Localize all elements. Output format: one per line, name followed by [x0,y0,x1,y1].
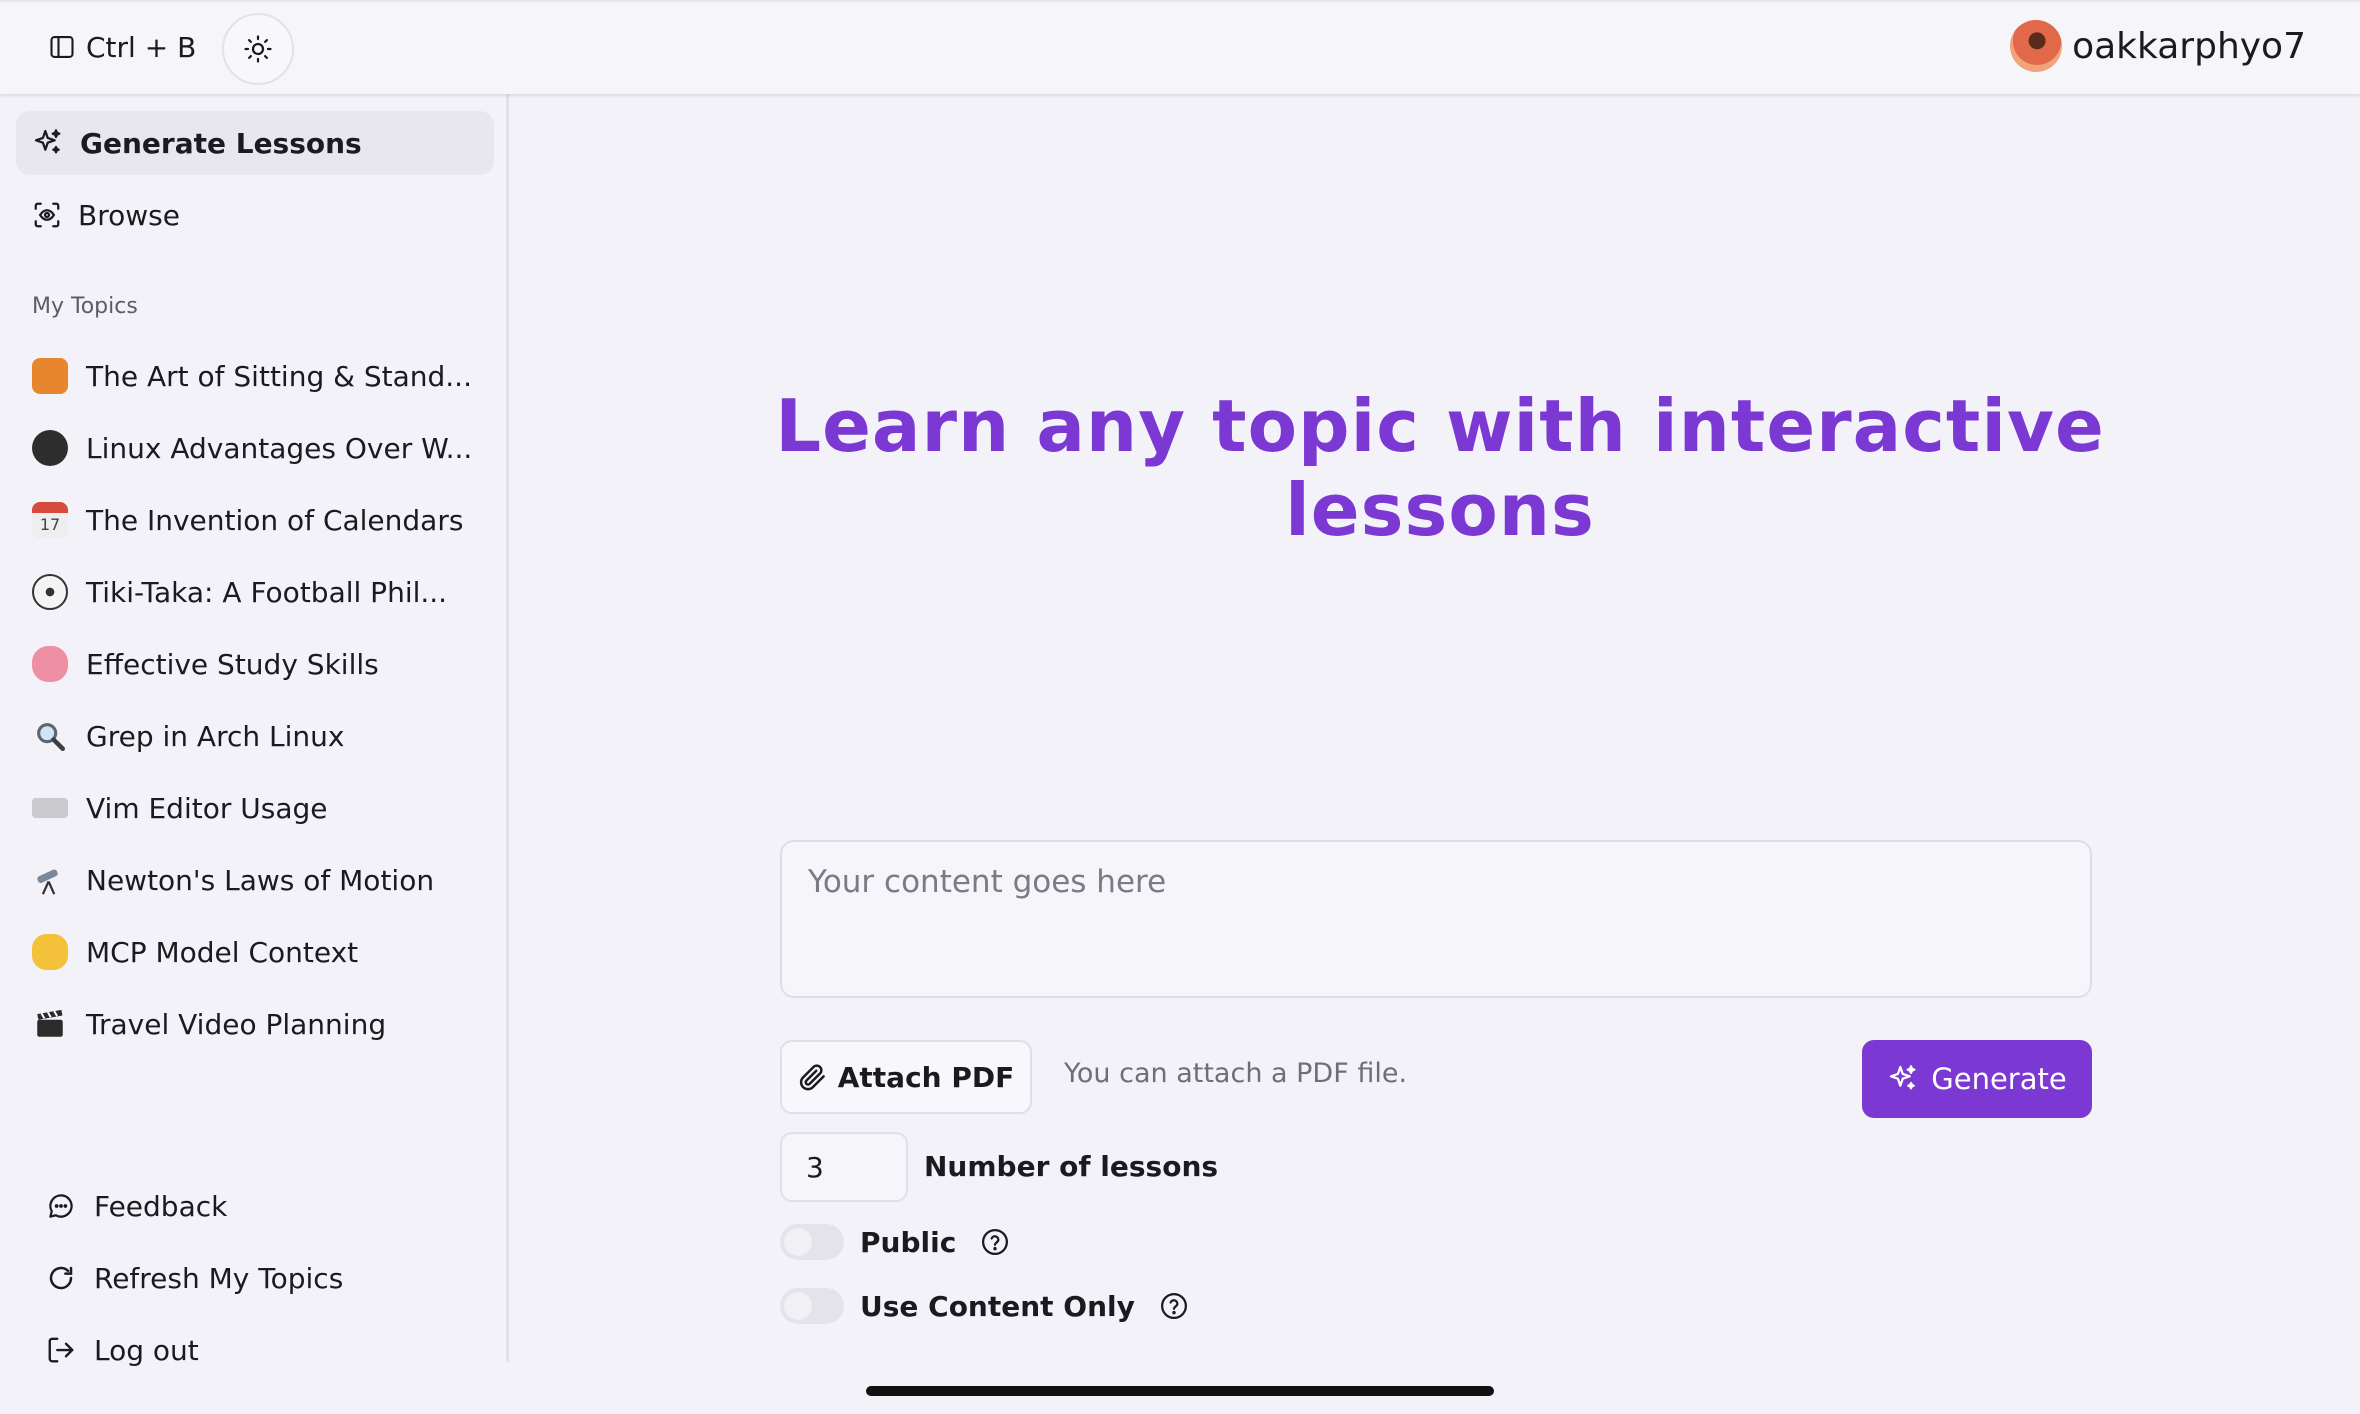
help-circle-icon[interactable] [1159,1291,1189,1321]
topic-item[interactable]: Travel Video Planning [16,994,494,1054]
topic-label: Vim Editor Usage [86,791,328,825]
sun-icon [243,34,273,64]
topic-item[interactable]: Vim Editor Usage [16,778,494,838]
use-content-only-row: Use Content Only [780,1288,1189,1324]
topic-item[interactable]: Effective Study Skills [16,634,494,694]
handshake-icon [32,934,68,970]
sparkle-icon [32,127,64,159]
calendar-icon: 17 [32,502,68,538]
feedback-button[interactable]: Feedback [32,1178,227,1234]
public-toggle[interactable] [780,1224,844,1260]
topic-item[interactable]: Grep in Arch Linux [16,706,494,766]
topic-item[interactable]: The Art of Sitting & Stand... [16,346,494,406]
use-content-only-label: Use Content Only [860,1289,1135,1323]
attach-hint: You can attach a PDF file. [1064,1058,1408,1089]
telescope-icon [32,862,68,898]
sidebar: Generate Lessons Browse My Topics The Ar… [0,94,509,1367]
sidebar-panel-icon [48,33,76,61]
help-circle-icon[interactable] [980,1227,1010,1257]
topic-item[interactable]: Newton's Laws of Motion [16,850,494,910]
paperclip-icon [798,1062,828,1092]
topic-item[interactable]: MCP Model Context [16,922,494,982]
penguin-icon [32,430,68,466]
refresh-icon [46,1263,76,1293]
logout-icon [46,1335,76,1365]
home-indicator [866,1386,1494,1396]
generate-label: Generate [1931,1062,2067,1096]
topic-label: Grep in Arch Linux [86,719,345,753]
lessons-count-label: Number of lessons [924,1150,1219,1183]
sparkle-icon [1887,1063,1919,1095]
topic-label: The Art of Sitting & Stand... [86,359,472,393]
topic-item[interactable]: 17 The Invention of Calendars [16,490,494,550]
lessons-count-input[interactable]: 3 [780,1132,908,1202]
page-title: Learn any topic with interactive lessons [775,384,2105,552]
refresh-topics-button[interactable]: Refresh My Topics [32,1250,343,1306]
my-topics-heading: My Topics [32,294,138,319]
safety-vest-icon [32,358,68,394]
content-placeholder: Your content goes here [808,864,1167,900]
nav-browse[interactable]: Browse [16,183,494,247]
generate-button[interactable]: Generate [1862,1040,2092,1118]
nav-label: Browse [78,198,180,232]
keyboard-icon [32,798,68,818]
username: oakkarphyo7 [2072,25,2306,67]
refresh-label: Refresh My Topics [94,1261,344,1295]
nav-label: Generate Lessons [80,126,362,160]
topic-label: Tiki-Taka: A Football Phil... [86,575,448,609]
sidebar-shortcut-label: Ctrl + B [86,30,197,64]
topic-label: MCP Model Context [86,935,359,969]
message-circle-icon [46,1191,76,1221]
topic-label: Newton's Laws of Motion [86,863,435,897]
content-input[interactable]: Your content goes here [780,840,2092,998]
magnifying-glass-icon [32,718,68,754]
lessons-count-value: 3 [806,1150,824,1184]
public-label: Public [860,1225,957,1259]
topic-item[interactable]: Linux Advantages Over W... [16,418,494,478]
use-content-only-toggle[interactable] [780,1288,844,1324]
logout-button[interactable]: Log out [32,1322,199,1378]
theme-toggle-button[interactable] [222,13,294,85]
topic-label: Effective Study Skills [86,647,379,681]
topic-label: Linux Advantages Over W... [86,431,473,465]
public-row: Public [780,1224,1010,1260]
avatar[interactable] [2010,20,2063,72]
nav-generate-lessons[interactable]: Generate Lessons [16,111,494,175]
sidebar-toggle-button[interactable]: Ctrl + B [34,18,210,76]
clapper-board-icon [32,1006,68,1042]
feedback-label: Feedback [94,1189,228,1223]
topic-label: The Invention of Calendars [86,503,464,537]
logout-label: Log out [94,1333,199,1367]
soccer-ball-icon [32,574,68,610]
brain-icon [32,646,68,682]
attach-pdf-label: Attach PDF [837,1060,1015,1094]
attach-pdf-button[interactable]: Attach PDF [780,1040,1032,1114]
user-menu[interactable]: oakkarphyo7 [2010,20,2306,72]
topic-label: Travel Video Planning [86,1007,387,1041]
top-bar: Ctrl + B oakkarphyo7 [0,0,2360,94]
topic-item[interactable]: Tiki-Taka: A Football Phil... [16,562,494,622]
scan-icon [32,200,62,230]
